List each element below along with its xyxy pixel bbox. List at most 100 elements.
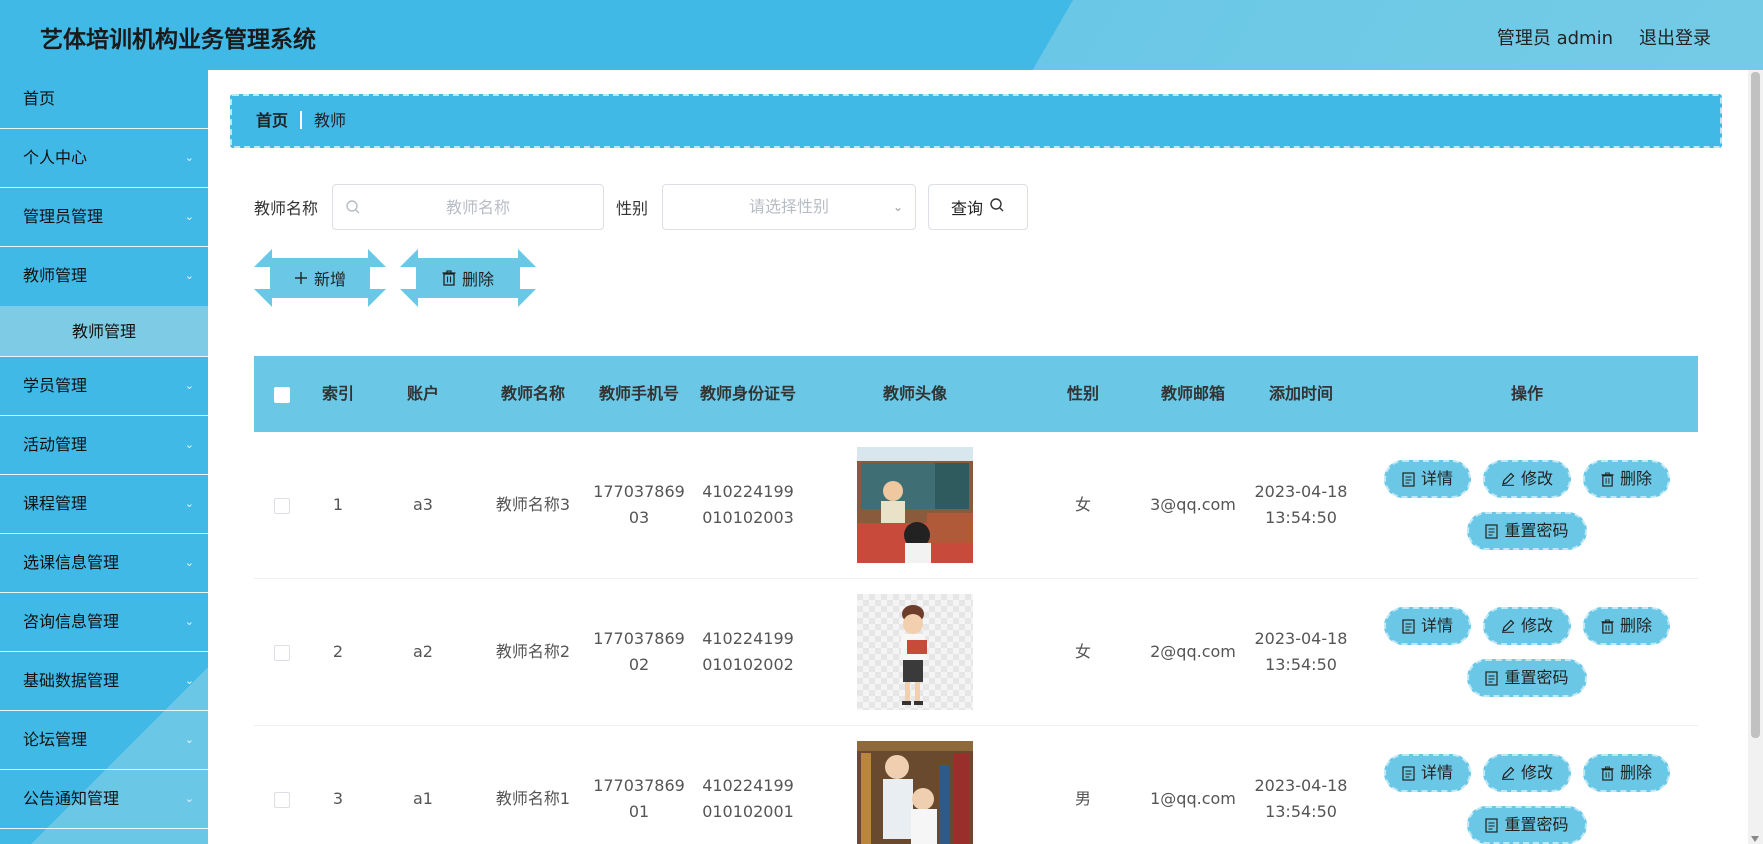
sidebar-item-enrollment-management[interactable]: 选课信息管理 ⌄ bbox=[0, 534, 208, 593]
cell-added-time: 2023-04-18 13:54:50 bbox=[1246, 626, 1356, 678]
chevron-down-icon: ⌄ bbox=[892, 200, 904, 214]
add-button[interactable]: 新增 bbox=[254, 249, 386, 307]
detail-button-label: 详情 bbox=[1420, 616, 1453, 635]
query-button[interactable]: 查询 bbox=[928, 184, 1029, 230]
cell-index: 2 bbox=[332, 642, 344, 661]
sidebar-item-admin-management[interactable]: 管理员管理 ⌄ bbox=[0, 188, 208, 247]
document-icon bbox=[1485, 817, 1499, 833]
reset-password-button-label: 重置密码 bbox=[1504, 521, 1569, 540]
row-checkbox[interactable] bbox=[274, 791, 290, 808]
edit-button-label: 修改 bbox=[1520, 616, 1553, 635]
teacher-name-input[interactable] bbox=[333, 185, 604, 229]
corner-decoration bbox=[368, 289, 386, 307]
cell-id-line1: 410224199 bbox=[702, 776, 794, 795]
row-select-cell bbox=[254, 492, 310, 518]
cell-email: 3@qq.com bbox=[1150, 495, 1236, 514]
row-checkbox[interactable] bbox=[274, 497, 290, 514]
chevron-down-icon: ⌄ bbox=[184, 151, 194, 164]
gender-select[interactable]: 请选择性别 ⌄ bbox=[662, 184, 917, 230]
cell-email: 1@qq.com bbox=[1150, 789, 1236, 808]
reset-password-button-label: 重置密码 bbox=[1504, 668, 1569, 687]
app-title: 艺体培训机构业务管理系统 bbox=[40, 27, 316, 53]
search-icon bbox=[345, 199, 361, 219]
sidebar-item-teacher-management[interactable]: 教师管理 ⌄ bbox=[0, 247, 208, 306]
sidebar-item-student-management[interactable]: 学员管理 ⌄ bbox=[0, 357, 208, 416]
cell-gender: 女 bbox=[1074, 642, 1091, 661]
edit-button[interactable]: 修改 bbox=[1482, 607, 1571, 645]
cell-id-number: 410224199 010102003 bbox=[692, 479, 804, 531]
cell-phone-line2: 01 bbox=[628, 802, 650, 821]
detail-button-label: 详情 bbox=[1420, 469, 1453, 488]
pencil-icon bbox=[1501, 619, 1515, 633]
pencil-icon bbox=[1501, 472, 1515, 486]
delete-button-label: 删除 bbox=[1620, 469, 1653, 488]
cell-phone: 177037869 01 bbox=[586, 773, 692, 825]
reset-password-button[interactable]: 重置密码 bbox=[1467, 806, 1587, 844]
delete-button[interactable]: 删除 bbox=[1583, 460, 1671, 498]
cell-name: 教师名称2 bbox=[495, 642, 571, 661]
breadcrumb-home[interactable]: 首页 bbox=[256, 111, 288, 130]
cell-phone-line1: 177037869 bbox=[593, 776, 685, 795]
cell-operations: 详情 修改 删除 重置密码 bbox=[1356, 460, 1698, 550]
cell-account: a1 bbox=[413, 789, 433, 808]
cell-id-number: 410224199 010102001 bbox=[692, 773, 804, 825]
reset-password-button[interactable]: 重置密码 bbox=[1467, 659, 1587, 697]
corner-decoration bbox=[254, 289, 272, 307]
sidebar-item-label: 公告通知管理 bbox=[23, 789, 120, 808]
scroll-down-arrow-icon[interactable] bbox=[1751, 836, 1759, 842]
sidebar-item-home[interactable]: 首页 bbox=[0, 70, 208, 129]
logout-link[interactable]: 退出登录 bbox=[1639, 24, 1711, 50]
cell-account: a2 bbox=[413, 642, 433, 661]
row-checkbox[interactable] bbox=[274, 644, 290, 661]
pencil-icon bbox=[1501, 766, 1515, 780]
sidebar-item-forum-management[interactable]: 论坛管理 ⌄ bbox=[0, 711, 208, 770]
cell-phone-line1: 177037869 bbox=[593, 629, 685, 648]
teacher-table: 索引 账户 教师名称 教师手机号 教师身份证号 教师头像 性别 教师邮箱 添加时… bbox=[254, 356, 1698, 844]
cell-name: 教师名称3 bbox=[495, 495, 571, 514]
sidebar-item-label: 基础数据管理 bbox=[23, 671, 120, 690]
cell-id-line2: 010102001 bbox=[702, 802, 794, 821]
cell-phone: 177037869 02 bbox=[586, 626, 692, 678]
cell-time: 13:54:50 bbox=[1265, 508, 1337, 527]
page-scrollbar[interactable] bbox=[1748, 70, 1763, 844]
detail-button[interactable]: 详情 bbox=[1383, 754, 1471, 792]
scrollbar-thumb[interactable] bbox=[1751, 72, 1760, 738]
cell-time: 13:54:50 bbox=[1265, 655, 1337, 674]
add-button-label: 新增 bbox=[313, 270, 346, 289]
edit-button-label: 修改 bbox=[1520, 469, 1553, 488]
column-header-phone: 教师手机号 bbox=[598, 384, 679, 403]
sidebar-item-label: 选课信息管理 bbox=[23, 553, 120, 572]
sidebar-subitem-teacher-management[interactable]: 教师管理 bbox=[0, 306, 208, 357]
row-select-cell bbox=[254, 786, 310, 812]
detail-button[interactable]: 详情 bbox=[1383, 460, 1471, 498]
batch-delete-button[interactable]: 删除 bbox=[400, 249, 536, 307]
column-header-index: 索引 bbox=[321, 384, 354, 403]
detail-button[interactable]: 详情 bbox=[1383, 607, 1471, 645]
cell-added-time: 2023-04-18 13:54:50 bbox=[1246, 773, 1356, 825]
table-row: 3 a1 教师名称1 177037869 01 410224199 01010200… bbox=[254, 726, 1698, 844]
teacher-avatar-image[interactable] bbox=[857, 741, 973, 844]
sidebar-item-activity-management[interactable]: 活动管理 ⌄ bbox=[0, 416, 208, 475]
search-icon bbox=[989, 197, 1005, 217]
cell-id-number: 410224199 010102002 bbox=[692, 626, 804, 678]
sidebar-item-notice-management[interactable]: 公告通知管理 ⌄ bbox=[0, 770, 208, 829]
chevron-down-icon: ⌄ bbox=[184, 438, 194, 451]
delete-button[interactable]: 删除 bbox=[1583, 754, 1671, 792]
edit-button[interactable]: 修改 bbox=[1482, 460, 1571, 498]
chevron-down-icon: ⌄ bbox=[184, 556, 194, 569]
sidebar-item-course-management[interactable]: 课程管理 ⌄ bbox=[0, 475, 208, 534]
edit-button[interactable]: 修改 bbox=[1482, 754, 1571, 792]
column-header-avatar: 教师头像 bbox=[882, 384, 947, 403]
sidebar-item-consultation-management[interactable]: 咨询信息管理 ⌄ bbox=[0, 593, 208, 652]
sidebar-item-personal-center[interactable]: 个人中心 ⌄ bbox=[0, 129, 208, 188]
delete-button[interactable]: 删除 bbox=[1583, 607, 1671, 645]
select-all-cell bbox=[254, 381, 310, 407]
teacher-avatar-image[interactable] bbox=[857, 594, 973, 710]
select-all-checkbox[interactable] bbox=[274, 386, 290, 403]
cell-added-time: 2023-04-18 13:54:50 bbox=[1246, 479, 1356, 531]
teacher-avatar-image[interactable] bbox=[857, 447, 973, 563]
sidebar-item-basic-data-management[interactable]: 基础数据管理 ⌄ bbox=[0, 652, 208, 711]
cell-name: 教师名称1 bbox=[495, 789, 571, 808]
trash-icon bbox=[1601, 766, 1614, 781]
reset-password-button[interactable]: 重置密码 bbox=[1467, 512, 1587, 550]
